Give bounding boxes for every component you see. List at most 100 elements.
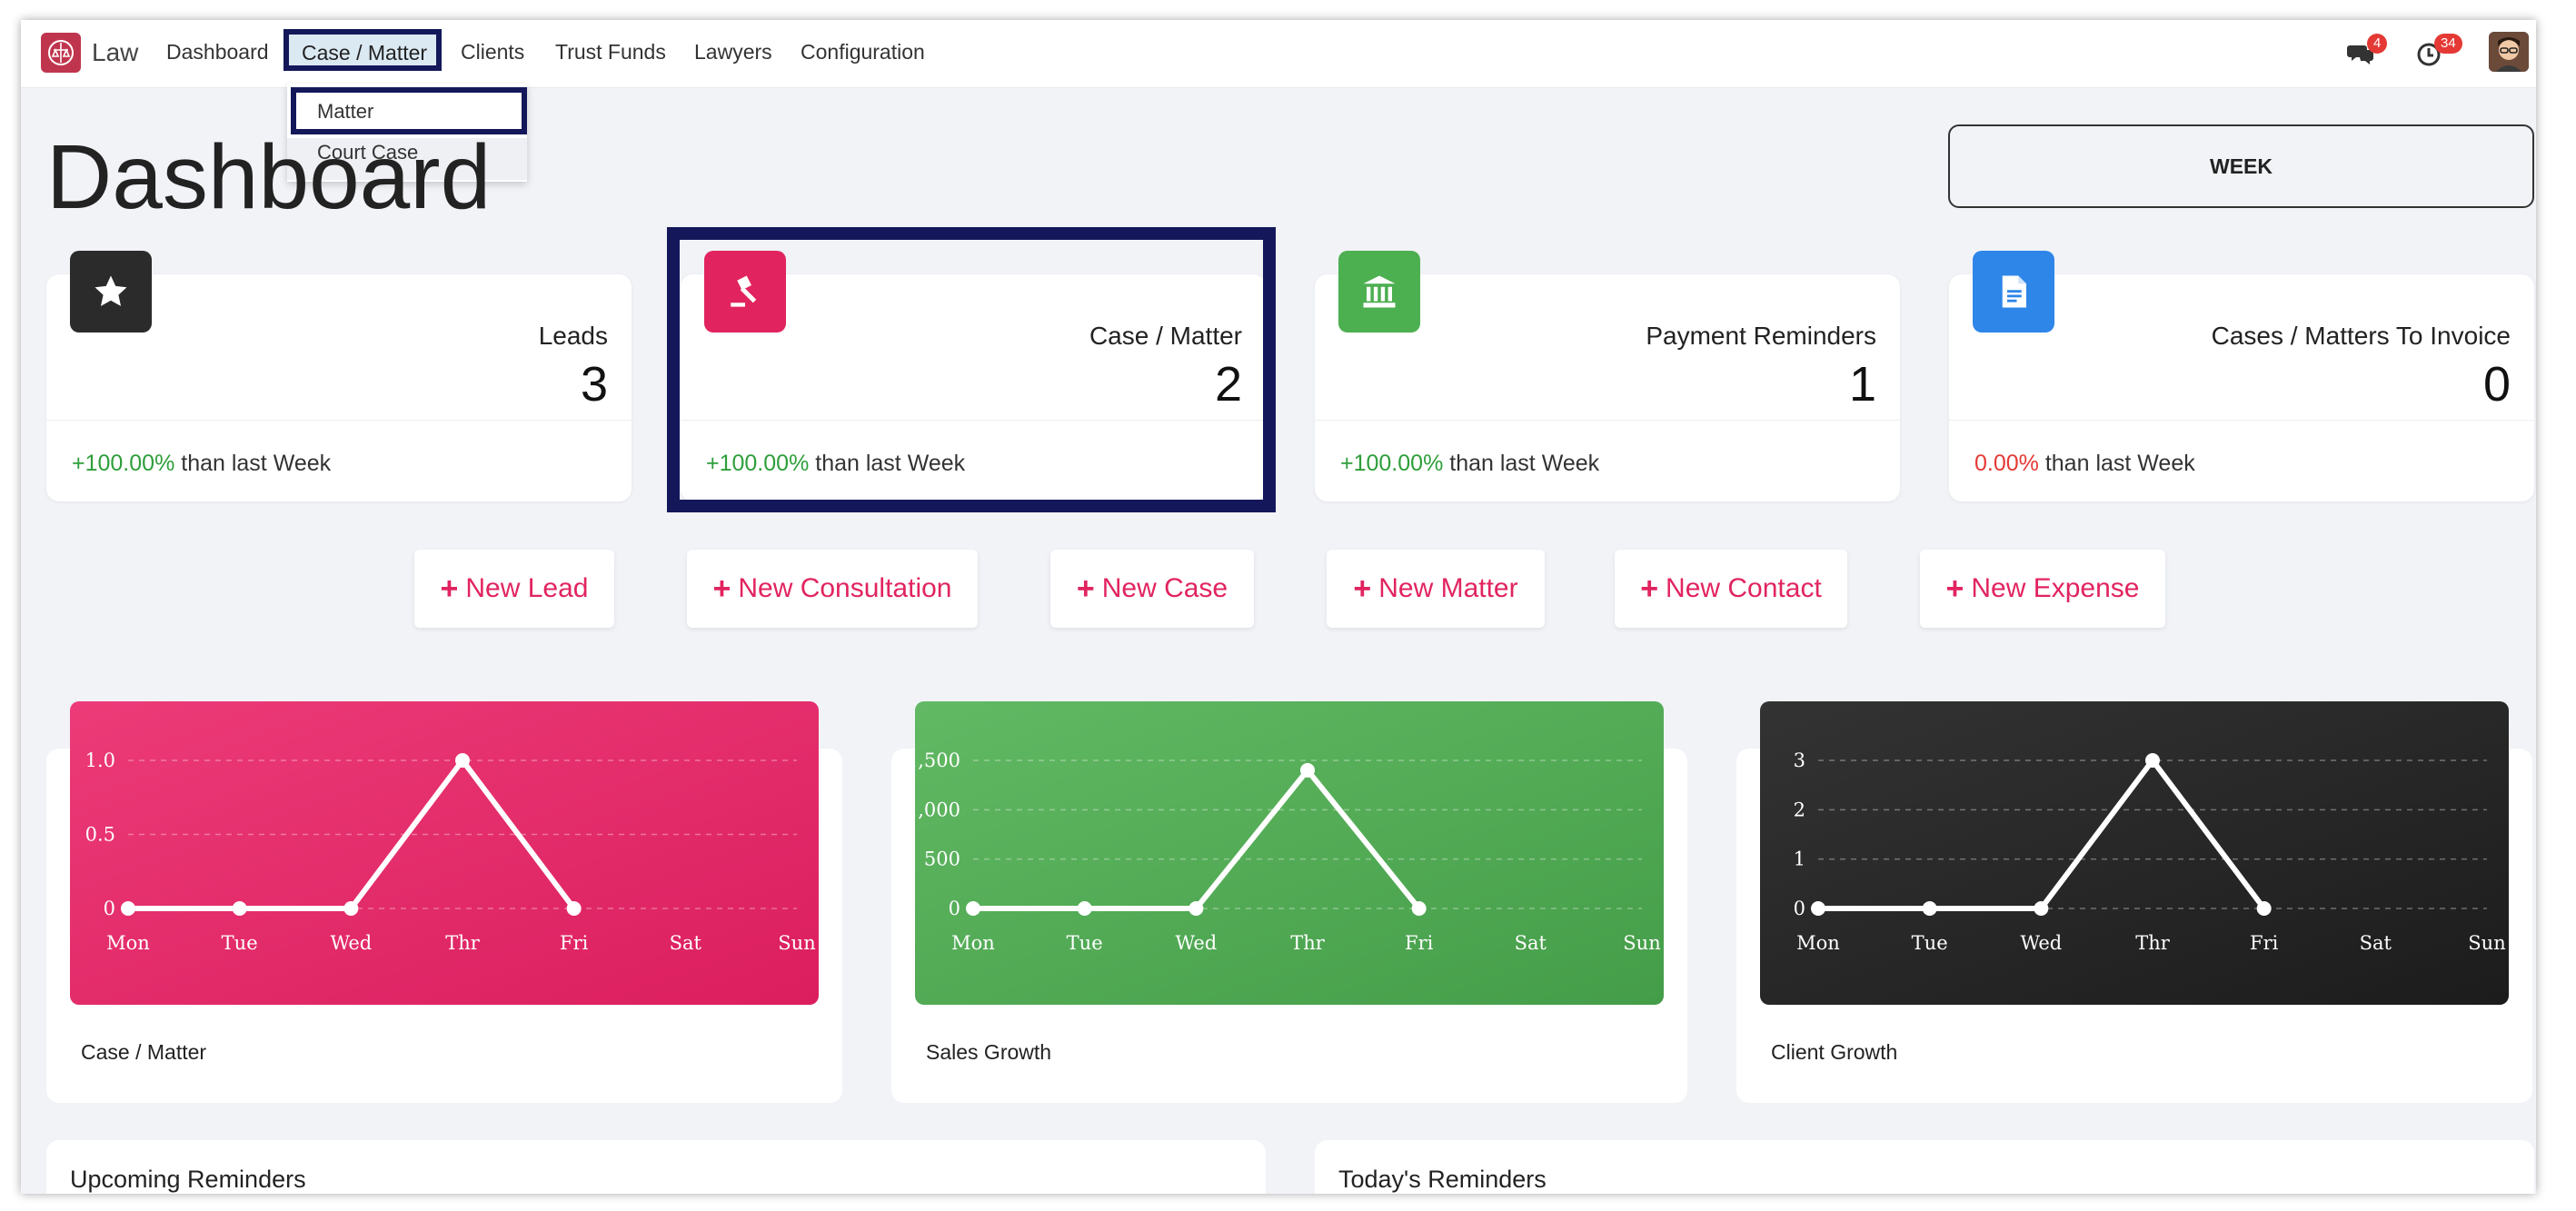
- user-avatar[interactable]: [2489, 32, 2529, 72]
- new-lead-button[interactable]: + New Lead: [414, 550, 614, 628]
- chart-data-point: [1811, 901, 1825, 916]
- chart-sales-growth: 0 500 1,000 1,500 Mon Tue Wed Thr Fri Sat Sun: [915, 701, 1664, 1005]
- chart-data-point: [566, 901, 582, 916]
- stat-card-cases-to-invoice[interactable]: Cases / Matters To Invoice 0 0.00% than …: [1949, 251, 2534, 501]
- new-lead-button-label: New Lead: [465, 573, 589, 603]
- nav-trust-funds[interactable]: Trust Funds: [555, 40, 666, 65]
- chart-data-point: [121, 901, 135, 916]
- chart-y-tick-label: 2: [1794, 799, 1805, 820]
- new-contact-button[interactable]: + New Contact: [1615, 550, 1847, 628]
- chart-x-tick-label: Tue: [1912, 932, 1948, 954]
- stat-trend-pct: +100.00%: [1340, 451, 1444, 476]
- bank-icon: [1338, 251, 1420, 333]
- chart-svg: 0 500 1,000 1,500 Mon Tue Wed Thr Fri Sat Sun: [915, 749, 1661, 954]
- chart-caption: Client Growth: [1771, 1040, 1898, 1064]
- chart-svg: 0 0.5 1.0 Mon Tue Wed Thr Fri Sat Sun: [85, 749, 816, 954]
- divider: [1949, 420, 2534, 421]
- new-consultation-button[interactable]: + New Consultation: [687, 550, 978, 628]
- stat-trend-text: than last Week: [174, 451, 332, 476]
- chart-client-growth: 0 1 2 3 Mon Tue Wed Thr Fri Sat Sun: [1760, 701, 2509, 1005]
- nav-configuration[interactable]: Configuration: [801, 40, 925, 65]
- stat-trend-pct: +100.00%: [72, 451, 175, 476]
- page-title: Dashboard: [46, 126, 492, 228]
- stat-trend-pct: 0.00%: [1974, 451, 2039, 476]
- plus-icon: +: [1945, 571, 1964, 606]
- chart-data-point: [1300, 762, 1315, 778]
- stat-trend: +100.00% than last Week: [1340, 451, 1599, 477]
- chart-x-tick-label: Sun: [1623, 932, 1660, 954]
- chart-data-point: [2145, 753, 2160, 768]
- nav-dashboard[interactable]: Dashboard: [166, 40, 269, 65]
- chart-x-tick-label: Sun: [2468, 932, 2505, 954]
- stat-trend-text: than last Week: [1443, 451, 1600, 476]
- document-icon: [1973, 251, 2054, 333]
- app-name[interactable]: Law: [92, 38, 138, 67]
- chart-x-tick-label: Wed: [330, 932, 372, 954]
- top-navbar: Law Dashboard Case / Matter Clients Trus…: [21, 20, 2536, 88]
- chart-data-point: [2034, 901, 2049, 916]
- chart-series-line: [973, 767, 1422, 911]
- chart-data-point: [232, 901, 247, 916]
- new-matter-button[interactable]: + New Matter: [1327, 550, 1545, 628]
- chart-y-tick-label: 1.0: [85, 749, 115, 771]
- chart-x-tick-label: Sat: [2360, 932, 2392, 954]
- period-week-button[interactable]: WEEK: [1948, 124, 2534, 208]
- chart-x-tick-label: Mon: [951, 932, 995, 954]
- law-app-icon[interactable]: [41, 33, 81, 73]
- new-case-button[interactable]: + New Case: [1050, 550, 1254, 628]
- todays-reminders-title: Today's Reminders: [1338, 1166, 1547, 1193]
- activities-badge: 34: [2434, 34, 2462, 54]
- chart-data-point: [1411, 901, 1427, 916]
- app-window: Law Dashboard Case / Matter Clients Trus…: [21, 20, 2536, 1194]
- chart-y-tick-label: 3: [1794, 749, 1805, 771]
- plus-icon: +: [1353, 571, 1372, 606]
- chart-caption: Case / Matter: [81, 1040, 207, 1064]
- stat-trend: 0.00% than last Week: [1974, 451, 2195, 477]
- chart-data-point: [1077, 901, 1092, 916]
- chart-y-tick-label: 500: [924, 849, 960, 870]
- chart-x-tick-label: Thr: [445, 932, 481, 954]
- chart-x-tick-label: Mon: [106, 932, 150, 954]
- plus-icon: +: [1640, 571, 1659, 606]
- nav-lawyers[interactable]: Lawyers: [694, 40, 772, 65]
- chart-data-point: [1922, 901, 1937, 916]
- upcoming-reminders-card: Upcoming Reminders: [46, 1140, 1266, 1194]
- chart-y-tick-label: 1: [1794, 849, 1805, 870]
- chart-x-tick-label: Fri: [560, 932, 589, 954]
- chart-data-point: [343, 901, 359, 916]
- chart-x-tick-label: Tue: [222, 932, 258, 954]
- chart-y-tick-label: 1,500: [915, 749, 960, 771]
- chart-x-tick-label: Mon: [1796, 932, 1840, 954]
- chart-caption: Sales Growth: [926, 1040, 1052, 1064]
- nav-case-matter-label: Case / Matter: [302, 41, 428, 65]
- divider: [46, 420, 632, 421]
- plus-icon: +: [1076, 571, 1095, 606]
- chart-series-line: [1818, 758, 2267, 911]
- todays-reminders-card: Today's Reminders: [1315, 1140, 2534, 1194]
- nav-clients[interactable]: Clients: [461, 40, 524, 65]
- chart-case-matter: 0 0.5 1.0 Mon Tue Wed Thr Fri Sat Sun: [70, 701, 819, 1005]
- chart-x-tick-label: Sat: [670, 932, 702, 954]
- stat-label: Cases / Matters To Invoice: [2211, 322, 2511, 350]
- case-matter-highlight: [667, 227, 1276, 512]
- new-expense-button[interactable]: + New Expense: [1920, 550, 2165, 628]
- stat-card-payment-reminders[interactable]: Payment Reminders 1 +100.00% than last W…: [1315, 251, 1900, 501]
- stat-trend: +100.00% than last Week: [72, 451, 331, 477]
- dropdown-item-matter-label[interactable]: Matter: [317, 100, 373, 124]
- stat-value: 0: [2482, 357, 2511, 412]
- new-matter-button-label: New Matter: [1378, 573, 1518, 603]
- chart-y-tick-label: 0: [1794, 898, 1805, 919]
- nav-case-matter[interactable]: Case / Matter: [283, 29, 442, 71]
- chart-y-tick-label: 0.5: [85, 824, 115, 846]
- plus-icon: +: [712, 571, 731, 606]
- chart-x-tick-label: Sun: [778, 932, 815, 954]
- chart-data-point: [966, 901, 980, 916]
- messages-badge: 4: [2367, 34, 2388, 54]
- chart-x-tick-label: Tue: [1067, 932, 1103, 954]
- chart-y-tick-label: 1,000: [915, 799, 960, 820]
- chart-x-tick-label: Sat: [1515, 932, 1547, 954]
- star-icon: [70, 251, 152, 333]
- upcoming-reminders-title: Upcoming Reminders: [70, 1166, 306, 1193]
- stat-card-leads[interactable]: Leads 3 +100.00% than last Week: [46, 251, 632, 501]
- chart-x-tick-label: Wed: [1175, 932, 1217, 954]
